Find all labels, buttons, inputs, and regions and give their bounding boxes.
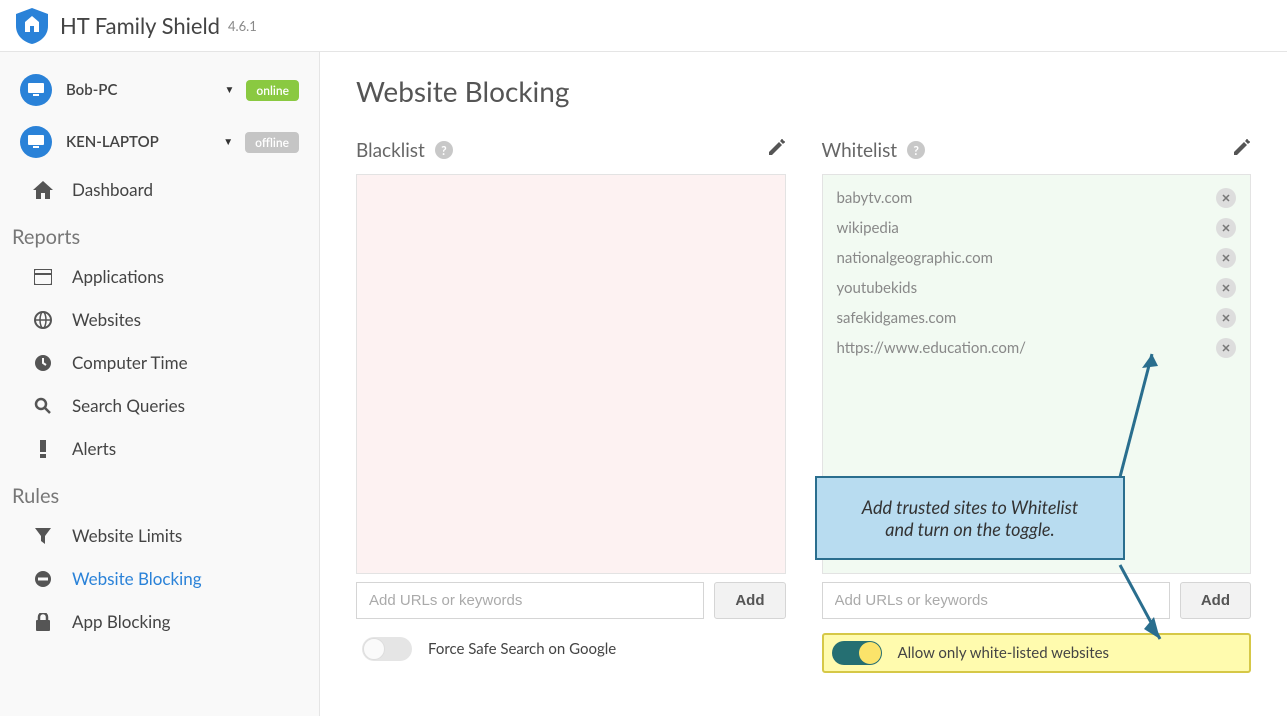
device-row-bob-pc[interactable]: Bob-PC ▼ online — [0, 64, 319, 116]
list-item-text: safekidgames.com — [837, 309, 1217, 327]
main-content: Website Blocking Blacklist ? Add Force S… — [320, 52, 1287, 716]
lock-icon — [32, 613, 54, 631]
app-version: 4.6.1 — [228, 18, 257, 34]
clock-icon — [32, 354, 54, 372]
window-icon — [32, 269, 54, 285]
whitelist-title: Whitelist — [822, 139, 898, 162]
nav-label: Computer Time — [72, 352, 188, 373]
callout-tooltip: Add trusted sites to Whitelist and turn … — [815, 476, 1125, 560]
alert-icon — [32, 440, 54, 458]
blacklist-title: Blacklist — [356, 139, 425, 162]
status-badge: offline — [245, 132, 299, 153]
nav-website-limits[interactable]: Website Limits — [0, 514, 319, 557]
device-row-ken-laptop[interactable]: KEN-LAPTOP ▼ offline — [0, 116, 319, 168]
section-reports: Reports — [0, 211, 319, 255]
filter-icon — [32, 528, 54, 544]
nav-label: Search Queries — [72, 395, 185, 416]
nav-label: Website Limits — [72, 525, 182, 546]
list-item: https://www.education.com/✕ — [823, 333, 1251, 363]
nav-dashboard[interactable]: Dashboard — [0, 168, 319, 211]
list-item: safekidgames.com✕ — [823, 303, 1251, 333]
nav-search-queries[interactable]: Search Queries — [0, 384, 319, 427]
nav-label: Applications — [72, 266, 164, 287]
nav-label: Websites — [72, 309, 141, 330]
remove-button[interactable]: ✕ — [1216, 278, 1236, 298]
globe-icon — [32, 311, 54, 329]
list-item-text: https://www.education.com/ — [837, 339, 1217, 357]
remove-button[interactable]: ✕ — [1216, 188, 1236, 208]
toggle-label: Force Safe Search on Google — [428, 640, 616, 658]
whitelist-input[interactable] — [822, 582, 1170, 619]
app-logo-icon — [16, 8, 48, 44]
section-rules: Rules — [0, 470, 319, 514]
home-icon — [32, 181, 54, 199]
toggle-label: Allow only white-listed websites — [898, 644, 1109, 662]
callout-line1: Add trusted sites to Whitelist — [839, 496, 1101, 518]
callout-line2: and turn on the toggle. — [839, 518, 1101, 540]
remove-button[interactable]: ✕ — [1216, 248, 1236, 268]
blacklist-box — [356, 174, 786, 574]
list-item-text: babytv.com — [837, 189, 1217, 207]
whitelist-add-button[interactable]: Add — [1180, 582, 1251, 619]
list-item: nationalgeographic.com✕ — [823, 243, 1251, 273]
remove-button[interactable]: ✕ — [1216, 338, 1236, 358]
chevron-down-icon: ▼ — [225, 84, 235, 96]
nav-label: App Blocking — [72, 611, 171, 632]
list-item: youtubekids✕ — [823, 273, 1251, 303]
nav-applications[interactable]: Applications — [0, 255, 319, 298]
nav-label: Website Blocking — [72, 568, 202, 589]
edit-icon[interactable] — [766, 138, 786, 162]
nav-alerts[interactable]: Alerts — [0, 427, 319, 470]
safe-search-toggle[interactable] — [362, 637, 412, 661]
monitor-icon — [20, 126, 52, 158]
safe-search-toggle-row: Force Safe Search on Google — [356, 633, 786, 665]
allow-only-whitelist-row: Allow only white-listed websites — [822, 633, 1252, 673]
chevron-down-icon: ▼ — [223, 136, 233, 148]
list-item: babytv.com✕ — [823, 183, 1251, 213]
allow-only-whitelist-toggle[interactable] — [832, 641, 882, 665]
list-item-text: youtubekids — [837, 279, 1217, 297]
device-name: Bob-PC — [66, 81, 213, 99]
list-item: wikipedia✕ — [823, 213, 1251, 243]
app-header: HT Family Shield 4.6.1 — [0, 0, 1287, 52]
list-item-text: nationalgeographic.com — [837, 249, 1217, 267]
remove-button[interactable]: ✕ — [1216, 308, 1236, 328]
search-icon — [32, 397, 54, 415]
nav-computer-time[interactable]: Computer Time — [0, 341, 319, 384]
list-item-text: wikipedia — [837, 219, 1217, 237]
help-icon[interactable]: ? — [435, 141, 453, 159]
edit-icon[interactable] — [1231, 138, 1251, 162]
status-badge: online — [246, 80, 299, 101]
blacklist-add-button[interactable]: Add — [714, 582, 785, 619]
nav-websites[interactable]: Websites — [0, 298, 319, 341]
whitelist-column: Whitelist ? babytv.com✕wikipedia✕nationa… — [822, 138, 1252, 673]
help-icon[interactable]: ? — [907, 141, 925, 159]
nav-website-blocking[interactable]: Website Blocking — [0, 557, 319, 600]
remove-button[interactable]: ✕ — [1216, 218, 1236, 238]
nav-label: Dashboard — [72, 179, 153, 200]
app-title: HT Family Shield — [60, 12, 220, 39]
device-name: KEN-LAPTOP — [66, 133, 211, 151]
page-title: Website Blocking — [356, 74, 1251, 108]
blacklist-input[interactable] — [356, 582, 704, 619]
nav-app-blocking[interactable]: App Blocking — [0, 600, 319, 643]
sidebar: Bob-PC ▼ online KEN-LAPTOP ▼ offline Das… — [0, 52, 320, 716]
block-icon — [32, 570, 54, 588]
nav-label: Alerts — [72, 438, 116, 459]
monitor-icon — [20, 74, 52, 106]
blacklist-column: Blacklist ? Add Force Safe Search on Goo… — [356, 138, 786, 673]
